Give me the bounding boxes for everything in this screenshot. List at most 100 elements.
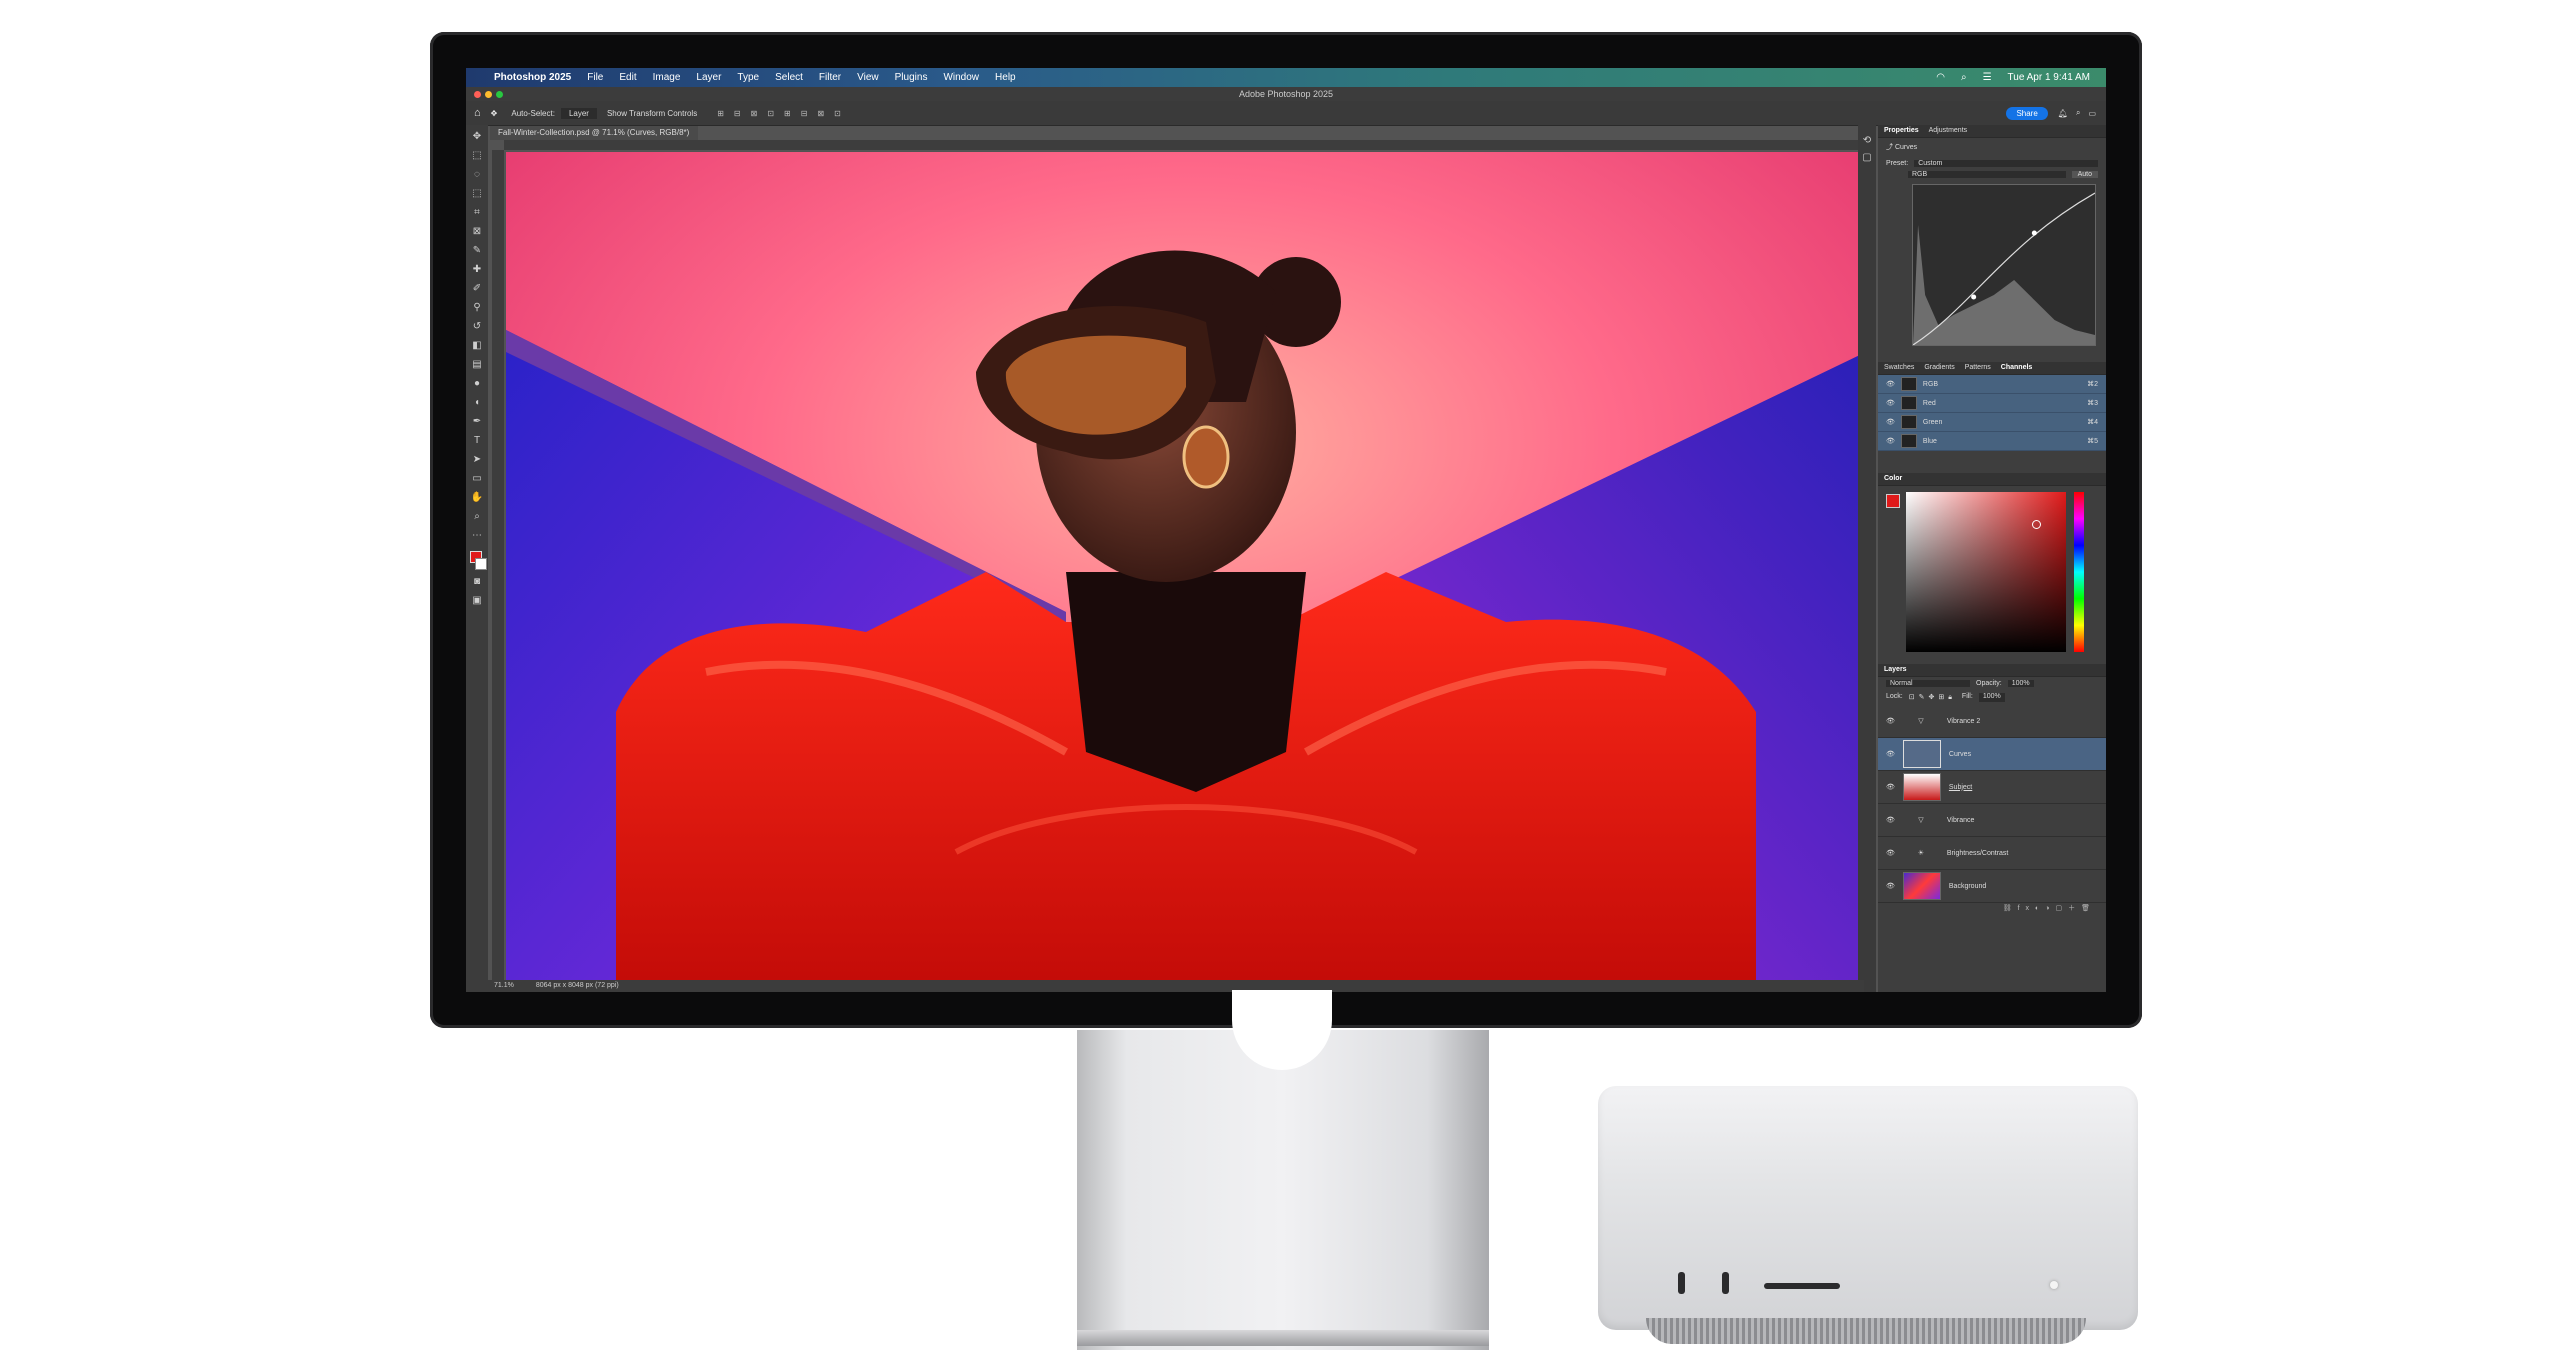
lock-icons[interactable]: ⊡✎✥⊞🔒︎ [1909,693,1956,702]
notifications-icon[interactable]: 🔔︎ [2058,109,2068,118]
type-tool[interactable]: T [470,434,484,448]
app-menu[interactable]: Photoshop 2025 [494,72,571,83]
channel-row-green[interactable]: 👁︎ Green ⌘4 [1878,413,2106,432]
screen-mode-icon[interactable]: ▣ [470,594,484,608]
pen-tool[interactable]: ✒ [470,415,484,429]
dodge-tool[interactable]: ◖ [470,396,484,410]
menu-plugins[interactable]: Plugins [895,72,928,83]
zoom-level[interactable]: 71.1% [494,982,514,989]
eye-icon[interactable]: 👁︎ [1886,717,1895,725]
search-icon[interactable]: ⌕ [1961,72,1967,83]
menu-help[interactable]: Help [995,72,1016,83]
share-button[interactable]: Share [2006,106,2048,120]
channel-row-red[interactable]: 👁︎ Red ⌘3 [1878,394,2106,413]
color-picker-handle[interactable] [2032,520,2041,529]
blend-mode-dropdown[interactable]: Normal [1886,680,1970,687]
quick-mask-icon[interactable]: ◙ [470,575,484,589]
lasso-tool[interactable]: ◌ [470,168,484,182]
search-panel-icon[interactable]: ⌕ [2076,108,2080,118]
layers-footer-icons[interactable]: ⛓fx◐◑▢＋🗑︎ [1878,903,2106,917]
object-selection-tool[interactable]: ⬚ [470,187,484,201]
tab-gradients[interactable]: Gradients [1924,362,1954,374]
eye-icon[interactable]: 👁︎ [1886,783,1895,791]
eye-icon[interactable]: 👁︎ [1886,849,1895,857]
fill-value[interactable]: 100% [1978,693,2005,702]
move-tool[interactable]: ✥ [470,130,484,144]
comments-icon[interactable]: ▢ [1858,152,1876,163]
wifi-icon[interactable]: ◠ [1936,72,1945,83]
minimize-window-button[interactable] [485,91,492,98]
eye-icon[interactable]: 👁︎ [1886,437,1895,445]
gradient-tool[interactable]: ▤ [470,358,484,372]
tab-adjustments[interactable]: Adjustments [1929,125,1968,137]
eye-icon[interactable]: 👁︎ [1886,399,1895,407]
history-brush-tool[interactable]: ↺ [470,320,484,334]
eye-icon[interactable]: 👁︎ [1886,882,1895,890]
eyedropper-tool[interactable]: ✎ [470,244,484,258]
eye-icon[interactable]: 👁︎ [1886,816,1895,824]
align-icons[interactable]: ⊞⊟⊠⊡⊞⊟⊠⊡ [717,109,851,118]
hue-slider[interactable] [2074,492,2084,652]
tab-properties[interactable]: Properties [1884,125,1919,137]
rectangle-tool[interactable]: ▭ [470,472,484,486]
tab-swatches[interactable]: Swatches [1884,362,1914,374]
auto-button[interactable]: Auto [2071,171,2098,178]
menu-window[interactable]: Window [943,72,979,83]
eye-icon[interactable]: 👁︎ [1886,750,1895,758]
zoom-tool[interactable]: ⌕ [470,510,484,524]
menu-filter[interactable]: Filter [819,72,841,83]
hand-tool[interactable]: ✋ [470,491,484,505]
menu-select[interactable]: Select [775,72,803,83]
crop-tool[interactable]: ⌗ [470,206,484,220]
zoom-window-button[interactable] [496,91,503,98]
marquee-tool[interactable]: ⬚ [470,149,484,163]
tab-channels[interactable]: Channels [2001,362,2033,374]
show-transform-controls-checkbox[interactable]: Show Transform Controls [607,109,697,118]
opacity-value[interactable]: 100% [2007,680,2034,687]
eye-icon[interactable]: 👁︎ [1886,418,1895,426]
layer-row[interactable]: 👁︎ ▽ Vibrance 2 [1878,705,2106,738]
channel-row-rgb[interactable]: 👁︎ RGB ⌘2 [1878,375,2106,394]
document-size[interactable]: 8064 px x 8048 px (72 ppi) [536,982,619,989]
blur-tool[interactable]: ● [470,377,484,391]
menu-edit[interactable]: Edit [619,72,636,83]
document-tab[interactable]: Fall-Winter-Collection.psd @ 71.1% (Curv… [490,126,698,140]
path-selection-tool[interactable]: ➤ [470,453,484,467]
eye-icon[interactable]: 👁︎ [1886,380,1895,388]
menu-file[interactable]: File [587,72,603,83]
tab-patterns[interactable]: Patterns [1965,362,1991,374]
layer-row[interactable]: 👁︎ ☀ Brightness/Contrast [1878,837,2106,870]
clone-stamp-tool[interactable]: ⚲ [470,301,484,315]
auto-select-dropdown[interactable]: Layer [560,107,597,119]
menu-image[interactable]: Image [653,72,681,83]
channel-dropdown[interactable]: RGB [1908,171,2066,178]
color-field[interactable] [1906,492,2066,652]
menubar-clock[interactable]: Tue Apr 1 9:41 AM [2008,72,2090,83]
layer-row[interactable]: 👁︎ Background [1878,870,2106,903]
foreground-color-chip[interactable] [1886,494,1900,508]
frame-tool[interactable]: ⊠ [470,225,484,239]
healing-brush-tool[interactable]: ✚ [470,263,484,277]
channel-row-blue[interactable]: 👁︎ Blue ⌘5 [1878,432,2106,451]
document-canvas[interactable] [506,152,1866,980]
preset-dropdown[interactable]: Custom [1914,160,2098,167]
close-window-button[interactable] [474,91,481,98]
curves-graph[interactable] [1912,184,2096,346]
workspace-icon[interactable]: ▭ [2088,109,2096,118]
layer-row[interactable]: 👁︎ ▽ Vibrance [1878,804,2106,837]
layer-row-selected[interactable]: 👁︎ Curves [1878,738,2106,771]
menu-view[interactable]: View [857,72,879,83]
layer-row[interactable]: 👁︎ Subject [1878,771,2106,804]
history-icon[interactable]: ⟲ [1858,135,1876,146]
home-icon[interactable]: ⌂ [474,107,481,119]
auto-select-checkbox-label[interactable]: Auto-Select: [511,109,555,118]
menu-type[interactable]: Type [737,72,759,83]
background-color-swatch[interactable] [475,558,487,570]
move-tool-icon[interactable]: ✥ [491,109,498,118]
lock-label: Lock: [1886,693,1903,700]
control-center-icon[interactable]: ☰ [1983,72,1992,83]
menu-layer[interactable]: Layer [696,72,721,83]
eraser-tool[interactable]: ◧ [470,339,484,353]
more-tools-icon[interactable]: ⋯ [470,529,484,543]
brush-tool[interactable]: ✐ [470,282,484,296]
